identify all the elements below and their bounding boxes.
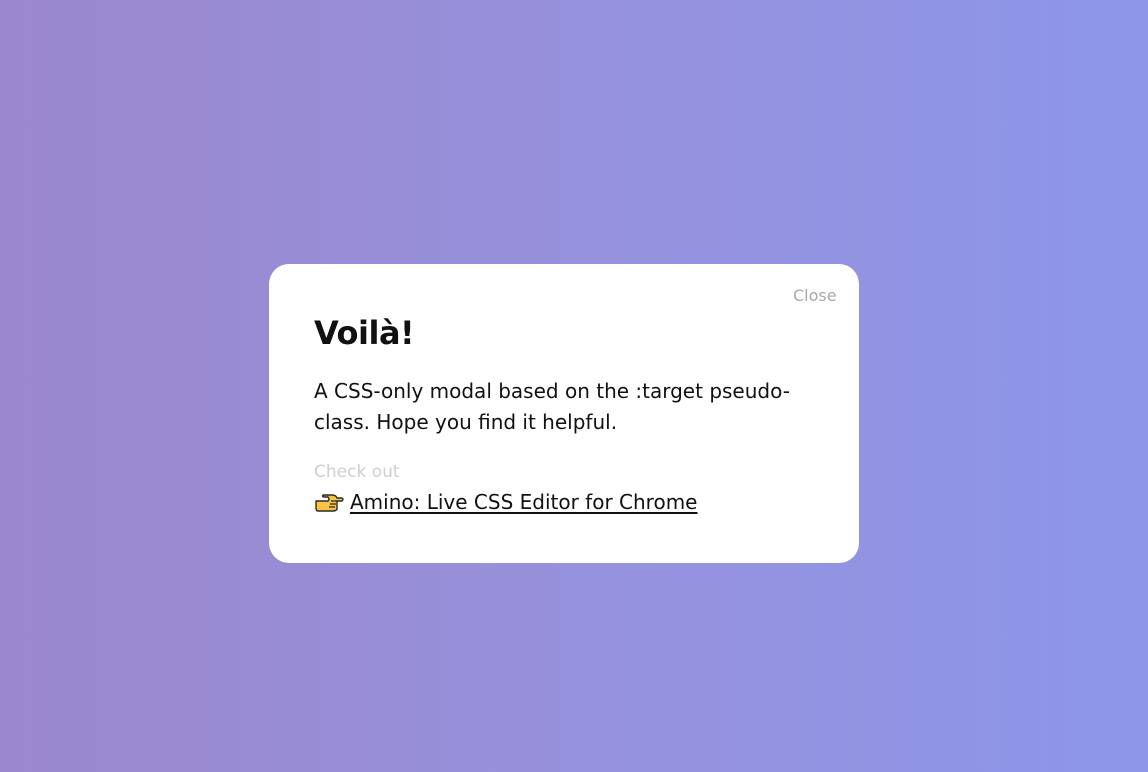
promo-link-label: Amino: Live CSS Editor for Chrome <box>350 490 698 514</box>
pointing-hand-icon <box>314 492 344 512</box>
modal-title: Voilà! <box>314 314 415 352</box>
checkout-label: Check out <box>314 462 400 482</box>
promo-link[interactable]: Amino: Live CSS Editor for Chrome <box>314 490 698 514</box>
modal-body-text: A CSS-only modal based on the :target ps… <box>314 379 790 434</box>
close-button[interactable]: Close <box>793 286 837 305</box>
